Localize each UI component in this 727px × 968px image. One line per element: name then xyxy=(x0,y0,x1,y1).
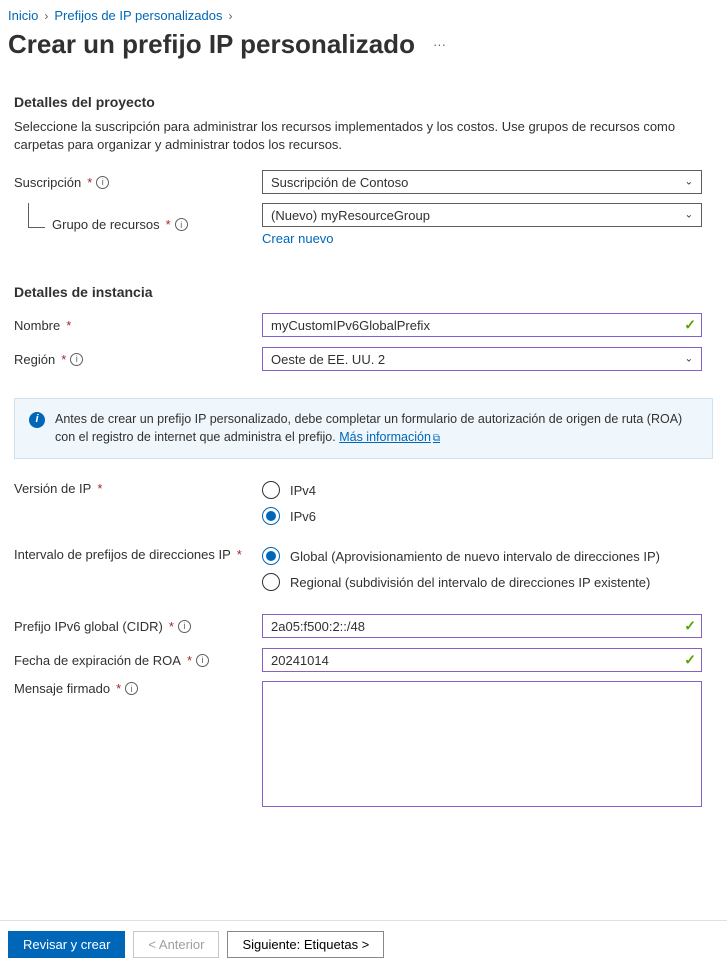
info-icon[interactable]: i xyxy=(96,176,109,189)
info-icon[interactable]: i xyxy=(70,353,83,366)
project-details-heading: Detalles del proyecto xyxy=(14,94,713,110)
external-link-icon: ⧉ xyxy=(433,433,440,444)
page-title: Crear un prefijo IP personalizado xyxy=(8,29,415,60)
breadcrumb: Inicio › Prefijos de IP personalizados › xyxy=(0,0,727,27)
radio-icon xyxy=(262,481,280,499)
info-icon: i xyxy=(29,412,45,428)
global-radio[interactable]: Global (Aprovisionamiento de nuevo inter… xyxy=(262,547,702,565)
info-icon[interactable]: i xyxy=(196,654,209,667)
info-icon[interactable]: i xyxy=(125,682,138,695)
radio-icon xyxy=(262,573,280,591)
info-icon[interactable]: i xyxy=(178,620,191,633)
ipv4-radio[interactable]: IPv4 xyxy=(262,481,702,499)
region-select[interactable]: Oeste de EE. UU. 2 ⌄ xyxy=(262,347,702,371)
project-details-description: Seleccione la suscripción para administr… xyxy=(14,118,713,153)
chevron-down-icon: ⌄ xyxy=(685,354,693,365)
region-label: Región* i xyxy=(14,352,262,367)
signed-message-textarea[interactable] xyxy=(262,681,702,807)
checkmark-icon: ✓ xyxy=(684,618,696,635)
title-row: Crear un prefijo IP personalizado ··· xyxy=(0,27,727,70)
name-label: Nombre* xyxy=(14,318,262,333)
previous-button[interactable]: < Anterior xyxy=(133,931,219,958)
cidr-label: Prefijo IPv6 global (CIDR)* i xyxy=(14,619,262,634)
roa-date-label: Fecha de expiración de ROA* i xyxy=(14,653,262,668)
chevron-right-icon: › xyxy=(229,9,233,23)
resource-group-label: Grupo de recursos* i xyxy=(14,217,262,232)
radio-checked-icon xyxy=(262,507,280,525)
create-new-link[interactable]: Crear nuevo xyxy=(262,231,334,246)
chevron-right-icon: › xyxy=(44,9,48,23)
subscription-select[interactable]: Suscripción de Contoso ⌄ xyxy=(262,170,702,194)
radio-checked-icon xyxy=(262,547,280,565)
ip-range-label: Intervalo de prefijos de direcciones IP* xyxy=(14,547,262,562)
checkmark-icon: ✓ xyxy=(684,317,696,334)
name-input[interactable] xyxy=(262,313,702,337)
breadcrumb-prefixes[interactable]: Prefijos de IP personalizados xyxy=(54,8,222,23)
signed-message-label: Mensaje firmado* i xyxy=(14,681,262,696)
regional-radio[interactable]: Regional (subdivisión del intervalo de d… xyxy=(262,573,702,591)
cidr-input[interactable] xyxy=(262,614,702,638)
chevron-down-icon: ⌄ xyxy=(685,210,693,221)
subscription-label: Suscripción* i xyxy=(14,175,262,190)
breadcrumb-home[interactable]: Inicio xyxy=(8,8,38,23)
resource-group-select[interactable]: (Nuevo) myResourceGroup ⌄ xyxy=(262,203,702,227)
ipv6-radio[interactable]: IPv6 xyxy=(262,507,702,525)
learn-more-link[interactable]: Más información⧉ xyxy=(339,430,440,444)
next-button[interactable]: Siguiente: Etiquetas > xyxy=(227,931,384,958)
info-icon[interactable]: i xyxy=(175,218,188,231)
info-banner: i Antes de crear un prefijo IP personali… xyxy=(14,398,713,459)
review-create-button[interactable]: Revisar y crear xyxy=(8,931,125,958)
checkmark-icon: ✓ xyxy=(684,652,696,669)
instance-details-heading: Detalles de instancia xyxy=(14,284,713,300)
more-actions-button[interactable]: ··· xyxy=(427,37,452,52)
roa-date-input[interactable] xyxy=(262,648,702,672)
footer: Revisar y crear < Anterior Siguiente: Et… xyxy=(0,920,727,968)
ip-version-label: Versión de IP* xyxy=(14,481,262,496)
chevron-down-icon: ⌄ xyxy=(685,177,693,188)
